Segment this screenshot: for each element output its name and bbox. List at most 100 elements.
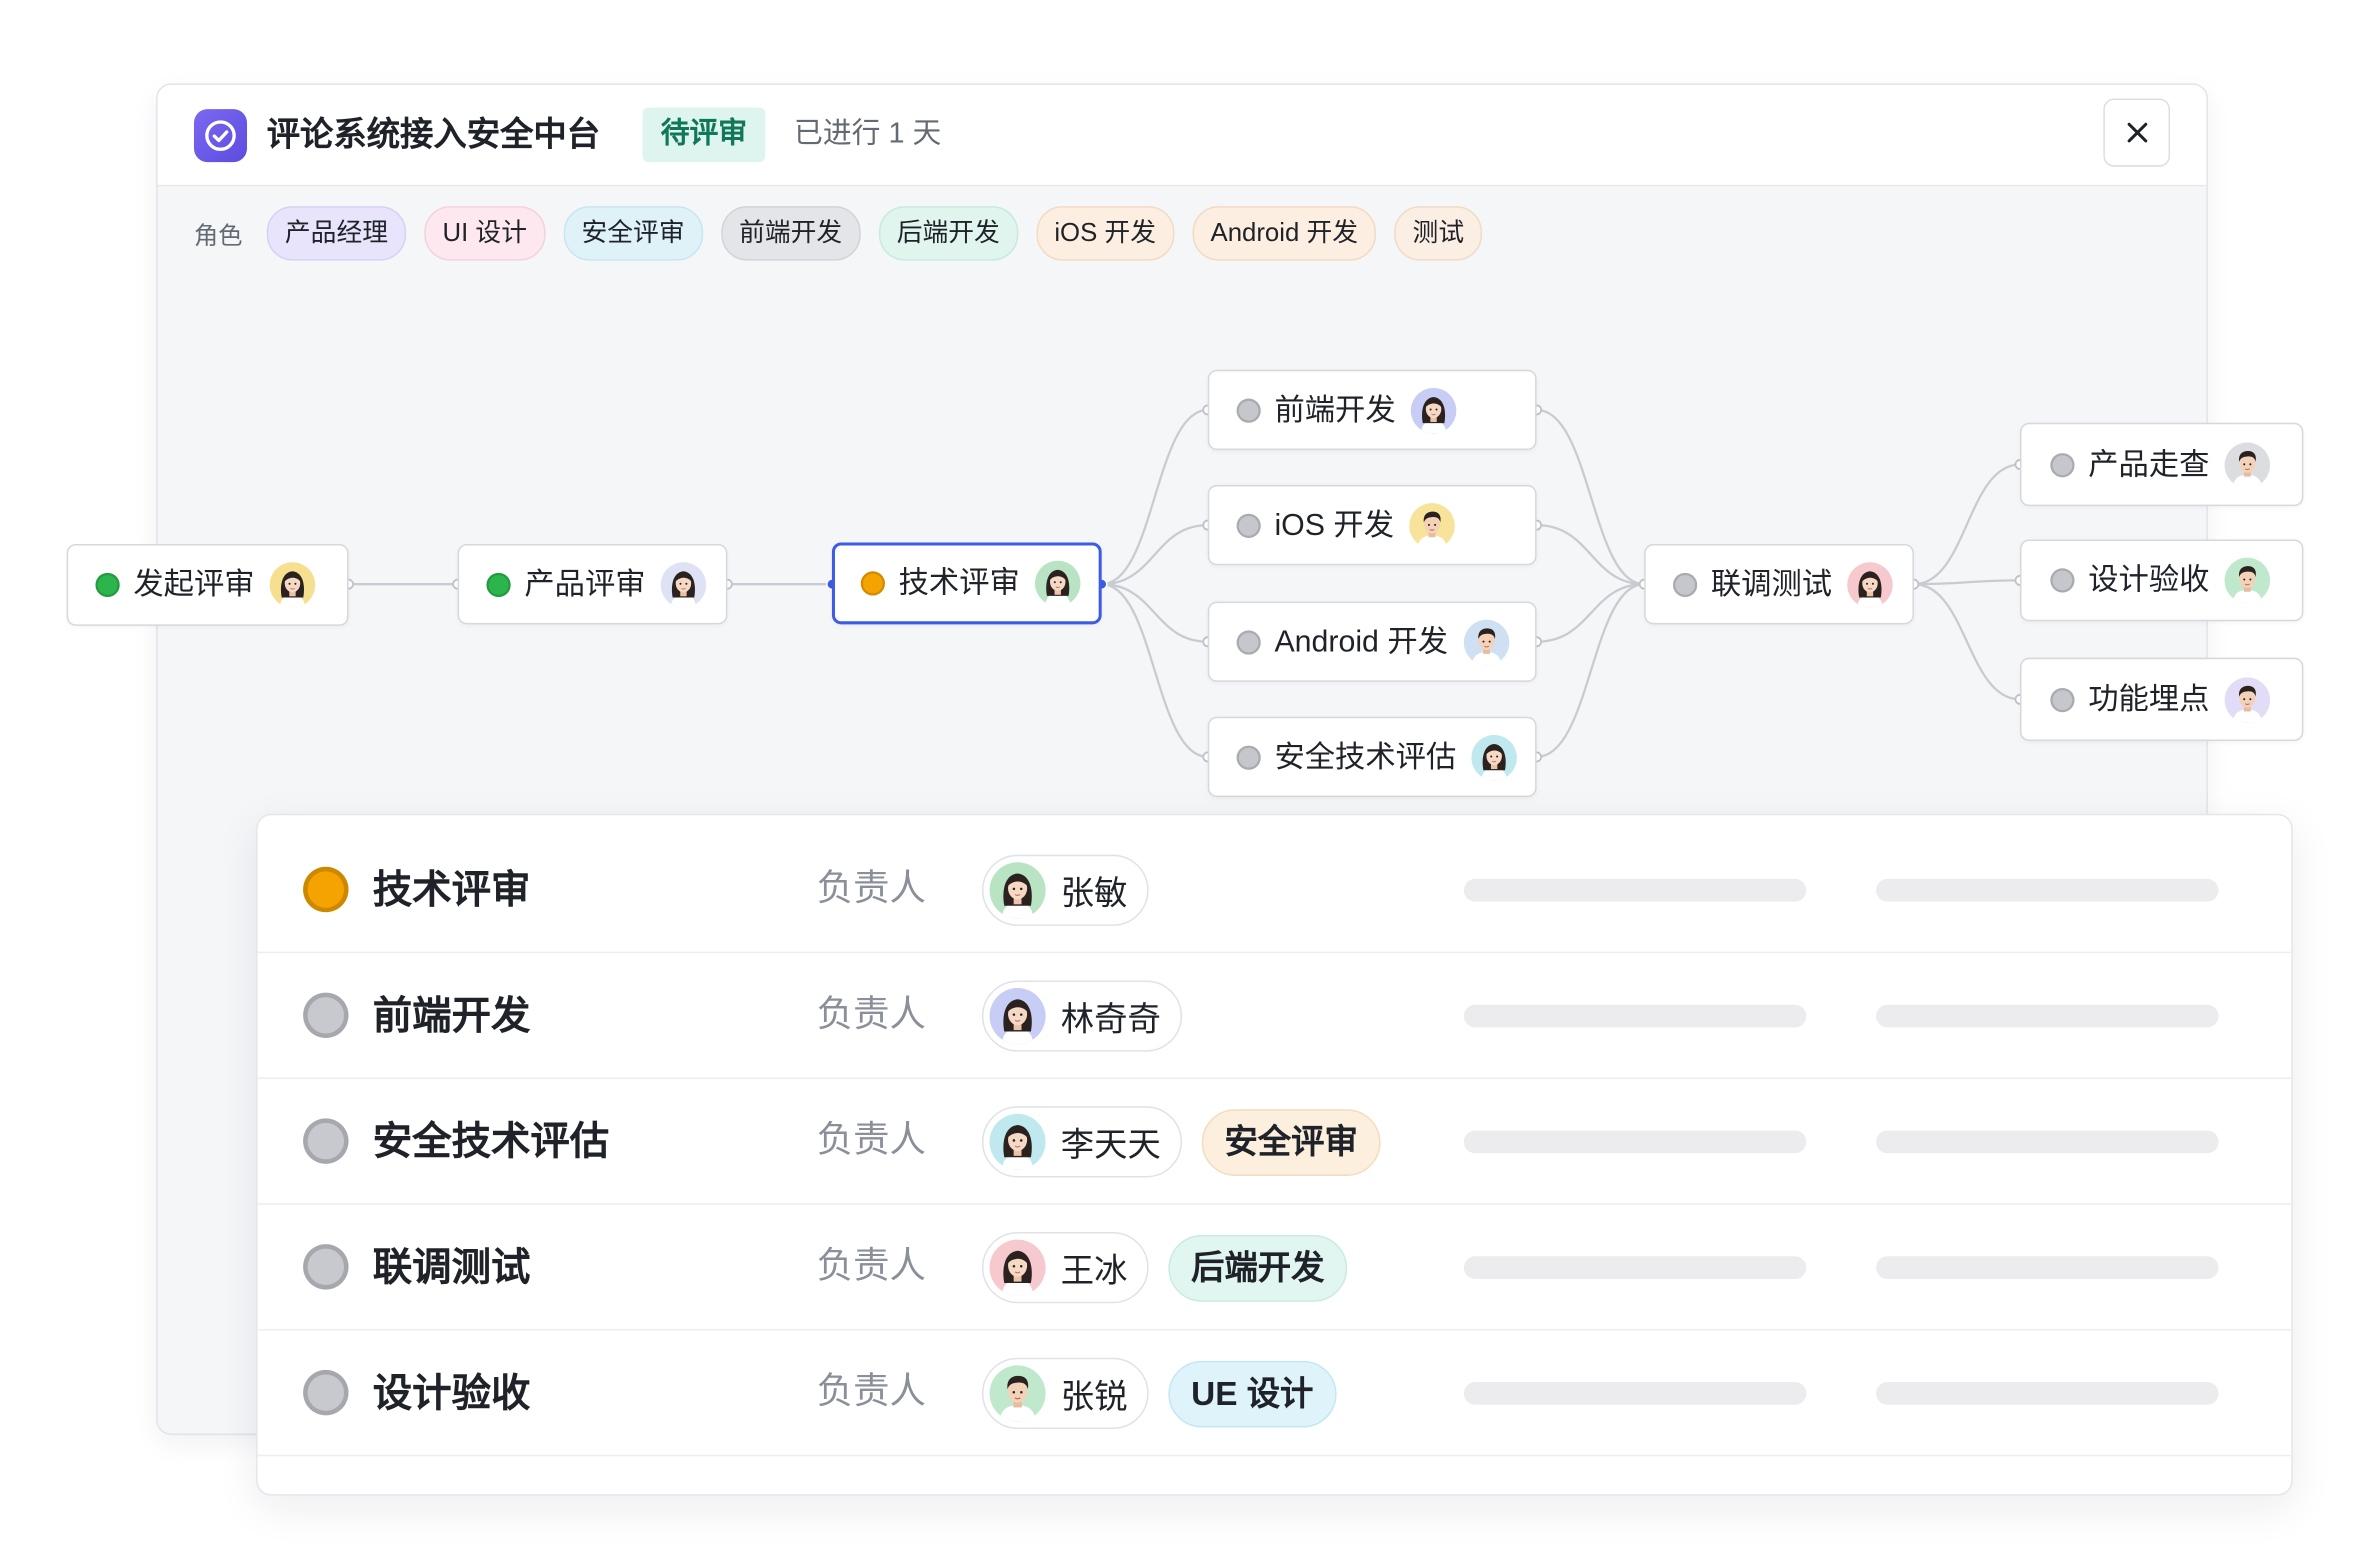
review-workspace: 评论系统接入安全中台 待评审 已进行 1 天 角色 产品经理 UI 设计 安全评… — [0, 0, 2364, 1561]
avatar-figure — [990, 1240, 1046, 1296]
flow-node-label: 功能埋点 — [2088, 682, 2210, 717]
loading-placeholder-bar — [1463, 1130, 1807, 1154]
avatar-figure — [1409, 502, 1454, 547]
loading-placeholder-bar — [1876, 1004, 2219, 1028]
task-title: 安全技术评估 — [372, 1118, 610, 1164]
task-title: 技术评审 — [372, 866, 531, 913]
owner-name: 张敏 — [1060, 873, 1128, 912]
avatar — [1035, 560, 1081, 607]
flow-node-tech-review[interactable]: 技术评审 — [831, 542, 1102, 625]
avatar-figure — [1411, 387, 1456, 432]
avatar — [989, 1239, 1046, 1296]
status-indicator — [303, 1118, 349, 1164]
avatar-figure-shape — [999, 1376, 1035, 1422]
loading-placeholder-bar — [1876, 1382, 2219, 1405]
task-row[interactable]: 技术评审 负责人 张敏 — [257, 827, 2292, 954]
task-title: 联调测试 — [372, 1244, 531, 1290]
avatar — [989, 862, 1046, 919]
avatar-figure-shape — [1421, 396, 1446, 432]
status-dot — [1236, 744, 1261, 770]
loading-placeholder-bar — [1876, 1130, 2219, 1154]
status-dot — [2050, 568, 2075, 593]
flow-node-integration-test[interactable]: 联调测试 — [1644, 544, 1914, 625]
avatar-figure-shape — [1045, 570, 1070, 606]
avatar-figure-shape — [2233, 685, 2263, 722]
loading-placeholder-bar — [1876, 1256, 2219, 1279]
flow-node-product-walkthrough[interactable]: 产品走查 — [2020, 422, 2304, 507]
owner-chip[interactable]: 李天天 — [981, 1106, 1183, 1178]
avatar-figure-shape — [1002, 1125, 1033, 1170]
connector — [1101, 583, 1208, 759]
owner-name: 张锐 — [1060, 1376, 1128, 1415]
avatar-figure — [990, 1114, 1046, 1170]
connector — [1536, 583, 1645, 759]
avatar-figure — [661, 561, 706, 606]
avatar — [1847, 561, 1893, 607]
flow-node-label: 产品走查 — [2088, 447, 2210, 482]
flow-node-tracking-instrumentation[interactable]: 功能埋点 — [2020, 657, 2304, 742]
owner-chip[interactable]: 张锐 — [981, 1357, 1149, 1430]
avatar-figure-shape — [280, 571, 305, 607]
flow-node-ios-dev[interactable]: iOS 开发 — [1207, 484, 1537, 566]
task-title: 前端开发 — [372, 992, 531, 1039]
avatar-figure-shape — [2233, 566, 2263, 603]
task-list-panel: 技术评审 负责人 张敏 前端开发 负责人 林奇奇 安全技术评估 负责人 李天天 … — [256, 813, 2293, 1496]
avatar-figure — [270, 562, 315, 607]
owner-chip[interactable]: 王冰 — [981, 1232, 1149, 1304]
avatar — [2224, 557, 2271, 604]
role-tag: 后端开发 — [1168, 1234, 1348, 1301]
avatar — [2224, 676, 2271, 723]
flow-node-product-review[interactable]: 产品评审 — [457, 544, 728, 625]
flow-node-label: 产品评审 — [524, 567, 646, 601]
avatar — [989, 1365, 1046, 1422]
task-title: 设计验收 — [372, 1369, 531, 1416]
flow-node-security-assessment[interactable]: 安全技术评估 — [1207, 716, 1537, 798]
flow-node-label: 技术评审 — [898, 566, 1020, 601]
flow-node-initiate-review[interactable]: 发起评审 — [66, 544, 349, 626]
owner-label: 负责人 — [816, 868, 926, 910]
flow-node-frontend-dev[interactable]: 前端开发 — [1207, 369, 1537, 451]
task-row[interactable]: 安全技术评估 负责人 李天天 安全评审 — [257, 1079, 2292, 1205]
avatar-figure-shape — [2233, 450, 2263, 487]
owner-name: 王冰 — [1060, 1250, 1128, 1289]
connector — [1536, 408, 1645, 586]
connector — [1101, 523, 1208, 586]
flow-node-label: Android 开发 — [1274, 625, 1448, 659]
avatar — [989, 988, 1046, 1045]
avatar — [1409, 502, 1455, 548]
task-row[interactable]: 联调测试 负责人 王冰 后端开发 — [257, 1205, 2292, 1331]
avatar-figure-shape — [671, 571, 696, 607]
avatar — [1410, 387, 1457, 433]
owner-label: 负责人 — [816, 1119, 926, 1161]
avatar-figure — [990, 988, 1046, 1044]
avatar-figure — [2225, 558, 2270, 603]
flow-node-design-acceptance[interactable]: 设计验收 — [2020, 539, 2304, 622]
task-row[interactable]: 前端开发 负责人 林奇奇 — [257, 953, 2292, 1079]
connector — [1913, 463, 2021, 586]
role-tag: 安全评审 — [1201, 1108, 1381, 1176]
loading-placeholder-bar — [1463, 1004, 1807, 1028]
avatar-figure-shape — [1002, 999, 1033, 1044]
avatar — [269, 562, 316, 608]
avatar-figure-shape — [1857, 571, 1882, 607]
owner-name: 李天天 — [1060, 1125, 1161, 1164]
avatar-figure-shape — [1002, 873, 1033, 918]
status-indicator — [303, 1369, 349, 1416]
connector — [1536, 523, 1645, 586]
owner-label: 负责人 — [816, 1245, 926, 1287]
connector — [1101, 583, 1208, 643]
loading-placeholder-bar — [1876, 878, 2219, 902]
flow-node-label: iOS 开发 — [1274, 508, 1395, 542]
status-dot — [2050, 452, 2075, 477]
task-row[interactable]: 设计验收 负责人 张锐 UE 设计 — [257, 1331, 2292, 1457]
avatar-figure-shape — [1482, 743, 1507, 779]
status-dot — [1672, 572, 1698, 597]
role-tag: UE 设计 — [1168, 1360, 1337, 1427]
owner-chip[interactable]: 林奇奇 — [981, 980, 1183, 1052]
owner-chip[interactable]: 张敏 — [981, 854, 1149, 926]
status-dot — [486, 572, 511, 597]
avatar-figure-shape — [1417, 511, 1447, 548]
owner-group: 林奇奇 — [981, 980, 1183, 1052]
flow-node-android-dev[interactable]: Android 开发 — [1207, 601, 1537, 682]
owner-label: 负责人 — [816, 1371, 926, 1413]
